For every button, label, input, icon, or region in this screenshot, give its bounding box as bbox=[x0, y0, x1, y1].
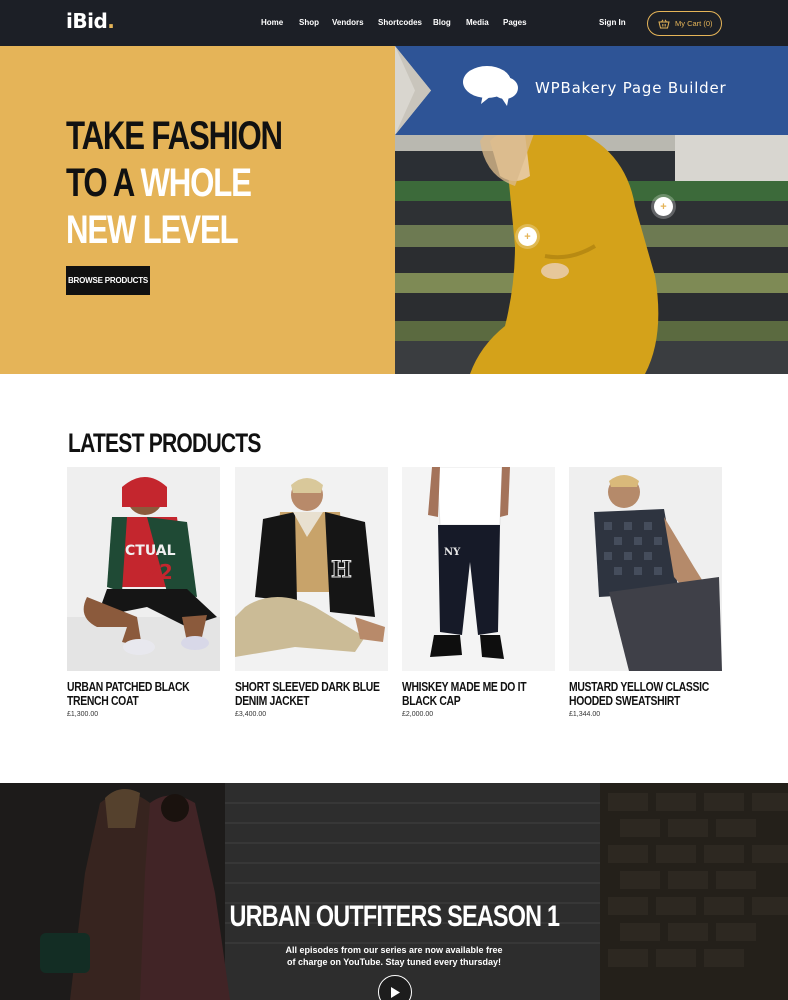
video-description: All episodes from our series are now ava… bbox=[285, 945, 503, 967]
top-nav: iBid. Home Shop Vendors Shortcodes Blog … bbox=[0, 0, 788, 46]
nav-item-pages[interactable]: Pages bbox=[503, 18, 527, 27]
cart-button[interactable]: My Cart (0) bbox=[647, 11, 722, 36]
hero-title-line2-dark: TO A bbox=[66, 161, 141, 205]
svg-text:22: 22 bbox=[145, 560, 173, 584]
hotspot-left[interactable]: + bbox=[518, 227, 537, 246]
browse-products-button[interactable]: BROWSE PRODUCTS bbox=[66, 266, 150, 295]
product-price: £3,400.00 bbox=[235, 711, 267, 718]
product-price: £1,344.00 bbox=[569, 711, 601, 718]
site-logo[interactable]: iBid. bbox=[66, 9, 115, 33]
product-price: £2,000.00 bbox=[402, 711, 434, 718]
product-name[interactable]: MUSTARD YELLOW CLASSIC HOODED SWEATSHIRT bbox=[569, 680, 723, 708]
product-image[interactable]: CTUAL 22 bbox=[67, 467, 220, 671]
nav-item-blog[interactable]: Blog bbox=[433, 18, 451, 27]
svg-text:CTUAL: CTUAL bbox=[125, 543, 176, 559]
sign-in-link[interactable]: Sign In bbox=[599, 18, 626, 27]
nav-item-media[interactable]: Media bbox=[466, 18, 489, 27]
hero-title-line2-white: WHOLE bbox=[140, 161, 251, 205]
hero-title: TAKE FASHION TO A WHOLE NEW LEVEL bbox=[66, 113, 300, 254]
product-card[interactable]: MUSTARD YELLOW CLASSIC HOODED SWEATSHIRT… bbox=[569, 467, 722, 718]
video-title: URBAN OUTFITERS SEASON 1 bbox=[229, 900, 560, 933]
hero-title-line3: NEW LEVEL bbox=[66, 208, 239, 252]
product-image[interactable] bbox=[569, 467, 722, 671]
product-name[interactable]: URBAN PATCHED BLACK TRENCH COAT bbox=[67, 680, 221, 708]
nav-item-shop[interactable]: Shop bbox=[299, 18, 319, 27]
basket-icon bbox=[658, 19, 670, 28]
product-card[interactable]: NY WHISKEY MADE ME DO IT BLACK CAP £2,00… bbox=[402, 467, 555, 718]
wpbakery-cloud-icon bbox=[463, 66, 518, 106]
product-price: £1,300.00 bbox=[67, 711, 99, 718]
hero-title-line1: TAKE FASHION bbox=[66, 114, 283, 158]
nav-item-home[interactable]: Home bbox=[261, 18, 283, 27]
banner-arrow-shape bbox=[395, 46, 431, 135]
product-image[interactable]: H bbox=[235, 467, 388, 671]
latest-products-title: LATEST PRODUCTS bbox=[68, 428, 261, 458]
product-image[interactable]: NY bbox=[402, 467, 555, 671]
product-name[interactable]: WHISKEY MADE ME DO IT BLACK CAP bbox=[402, 680, 556, 708]
nav-item-vendors[interactable]: Vendors bbox=[332, 18, 364, 27]
cart-label: My Cart (0) bbox=[675, 19, 713, 28]
svg-text:H: H bbox=[331, 557, 352, 583]
wpbakery-banner-text: WPBakery Page Builder bbox=[535, 79, 727, 97]
hotspot-right[interactable]: + bbox=[654, 197, 673, 216]
play-icon bbox=[391, 986, 400, 998]
product-name[interactable]: SHORT SLEEVED DARK BLUE DENIM JACKET bbox=[235, 680, 389, 708]
product-card[interactable]: CTUAL 22 URBAN PATCHED BLACK TRENCH COAT… bbox=[67, 467, 220, 718]
nav-item-shortcodes[interactable]: Shortcodes bbox=[378, 18, 422, 27]
product-card[interactable]: H SHORT SLEEVED DARK BLUE DENIM JACKET £… bbox=[235, 467, 388, 718]
svg-text:NY: NY bbox=[444, 547, 461, 558]
